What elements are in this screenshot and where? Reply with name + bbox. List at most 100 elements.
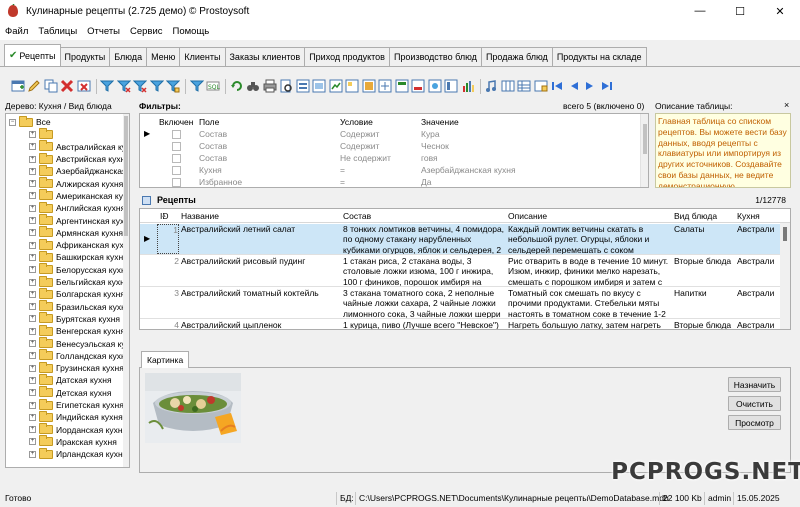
tab-picture[interactable]: Картинка	[141, 351, 190, 368]
tree-item[interactable]: + Американская кухня	[29, 189, 129, 202]
expand-icon[interactable]: +	[29, 143, 36, 151]
menu-file[interactable]: Файл	[0, 26, 33, 37]
assign-button[interactable]: Назначить	[728, 377, 781, 392]
filter-edit-icon[interactable]	[189, 79, 204, 94]
export-icon-1[interactable]	[295, 79, 310, 94]
menu-tables[interactable]: Таблицы	[33, 26, 82, 37]
tree-item[interactable]: + Болгарская кухня	[29, 287, 125, 300]
collapse-icon[interactable]: −	[9, 118, 16, 126]
expand-icon[interactable]: +	[29, 303, 36, 311]
last-record-icon[interactable]	[599, 79, 614, 94]
tree-item[interactable]: + Бельгийская кухня	[29, 275, 129, 288]
col-dish-type[interactable]: Вид блюда	[674, 209, 717, 223]
table-row[interactable]: 4 Австралийский цыпленок 1 курица, пиво …	[140, 320, 780, 329]
tree-item[interactable]: + Башкирская кухня	[29, 250, 128, 263]
tab-stock[interactable]: Продукты на складе	[551, 47, 647, 66]
prev-record-icon[interactable]	[566, 79, 581, 94]
expand-icon[interactable]: +	[29, 130, 36, 138]
menu-help[interactable]: Помощь	[168, 26, 215, 37]
col-enabled[interactable]: Включен	[159, 116, 193, 128]
close-button[interactable]: ✕	[760, 0, 800, 22]
export-icon-9[interactable]	[427, 79, 442, 94]
expand-icon[interactable]: +	[29, 180, 36, 188]
edit-icon[interactable]	[27, 79, 42, 94]
chart-icon[interactable]	[460, 79, 475, 94]
tree-item[interactable]: + Белорусская кухня	[29, 263, 129, 276]
filter-row[interactable]: ▶ Состав Содержит Кура	[140, 128, 640, 140]
filter-row[interactable]: Состав Содержит Чеснок	[140, 140, 640, 152]
filter-remove-icon[interactable]	[116, 79, 131, 94]
tree-item[interactable]: + Венгерская кухня	[29, 324, 125, 337]
expand-icon[interactable]: +	[29, 364, 36, 372]
tree-item[interactable]: + Венесуэльская кухня	[29, 337, 129, 349]
tree-item[interactable]: + Индийская кухня	[29, 410, 123, 423]
export-icon-4[interactable]	[345, 79, 360, 94]
expand-icon[interactable]: +	[29, 155, 36, 163]
export-icon-10[interactable]	[444, 79, 459, 94]
filter-icon[interactable]	[100, 79, 115, 94]
col-condition[interactable]: Условие	[340, 116, 373, 128]
expand-icon[interactable]: +	[29, 290, 36, 298]
tree-item[interactable]: + Датская кухня	[29, 373, 112, 386]
recipes-scrollbar[interactable]	[780, 223, 790, 329]
collapse-panel-icon[interactable]	[142, 195, 151, 205]
filter-enabled-checkbox[interactable]	[172, 177, 181, 187]
expand-icon[interactable]: +	[29, 401, 36, 409]
filter-enabled-checkbox[interactable]	[172, 141, 181, 151]
tree-item[interactable]: + Австрийская кухня	[29, 152, 129, 165]
tab-clients[interactable]: Клиенты	[179, 47, 226, 66]
filter-row[interactable]: Состав Не содержит говя	[140, 152, 640, 164]
tree-item[interactable]: + Грузинская кухня	[29, 361, 124, 374]
tree-horizontal-scrollbar[interactable]	[5, 468, 125, 474]
expand-icon[interactable]: +	[29, 315, 36, 323]
scroll-thumb[interactable]	[783, 227, 787, 241]
tree-view[interactable]: − Все + + Австралийская кухня + Австрийска…	[5, 113, 130, 468]
filter-enabled-checkbox[interactable]	[172, 153, 181, 163]
export-icon-3[interactable]	[328, 79, 343, 94]
expand-icon[interactable]: +	[29, 229, 36, 237]
music-icon[interactable]	[484, 79, 499, 94]
menu-reports[interactable]: Отчеты	[82, 26, 125, 37]
expand-icon[interactable]: +	[29, 266, 36, 274]
filter-row[interactable]: Кухня = Азербайджанская кухня	[140, 164, 640, 176]
tree-scrollbar[interactable]	[123, 114, 129, 467]
tree-root[interactable]: − Все	[9, 115, 51, 128]
expand-icon[interactable]: +	[29, 389, 36, 397]
tree-item[interactable]: + Австралийская кухня	[29, 140, 129, 153]
tree-item[interactable]: + Армянская кухня	[29, 226, 123, 239]
col-description[interactable]: Описание	[508, 209, 547, 223]
filter-enabled-checkbox[interactable]	[172, 129, 181, 139]
export-icon-8[interactable]	[411, 79, 426, 94]
preview-icon[interactable]	[279, 79, 294, 94]
expand-icon[interactable]: +	[29, 450, 36, 458]
tree-item[interactable]: + Английская кухня	[29, 201, 125, 214]
table-row[interactable]: 2 Австралийский рисовый пудинг 1 стакан …	[140, 256, 780, 287]
grid-icon[interactable]	[517, 79, 532, 94]
tree-item[interactable]: + Иорданская кухня	[29, 423, 127, 436]
expand-icon[interactable]: +	[29, 253, 36, 261]
export-icon-2[interactable]	[312, 79, 327, 94]
expand-icon[interactable]: +	[29, 352, 36, 360]
expand-icon[interactable]: +	[29, 426, 36, 434]
expand-icon[interactable]: +	[29, 413, 36, 421]
copy-icon[interactable]	[43, 79, 58, 94]
tree-item[interactable]: + Аргентинская кухня	[29, 214, 129, 226]
print-icon[interactable]	[262, 79, 277, 94]
export-icon-5[interactable]	[361, 79, 376, 94]
maximize-button[interactable]: ☐	[720, 0, 760, 22]
refresh-icon[interactable]	[229, 79, 244, 94]
scroll-thumb[interactable]	[643, 124, 647, 154]
tree-item[interactable]: + Детская кухня	[29, 386, 111, 399]
expand-icon[interactable]: +	[29, 438, 36, 446]
tree-item[interactable]: + Бразильская кухня	[29, 300, 129, 313]
table-row[interactable]: ▶ 1 Австралийский летний салат 8 тонких …	[140, 224, 780, 255]
tree-item[interactable]: + Голландская кухня	[29, 349, 129, 362]
filter-settings-icon[interactable]	[166, 79, 181, 94]
filters-scrollbar[interactable]	[640, 114, 648, 187]
expand-icon[interactable]: +	[29, 340, 36, 348]
tab-dishes[interactable]: Блюда	[109, 47, 148, 66]
expand-icon[interactable]: +	[29, 192, 36, 200]
expand-icon[interactable]: +	[29, 241, 36, 249]
table-row[interactable]: 3 Австралийский томатный коктейль 3 стак…	[140, 288, 780, 319]
tab-recipes[interactable]: ✔ Рецепты	[4, 44, 61, 66]
